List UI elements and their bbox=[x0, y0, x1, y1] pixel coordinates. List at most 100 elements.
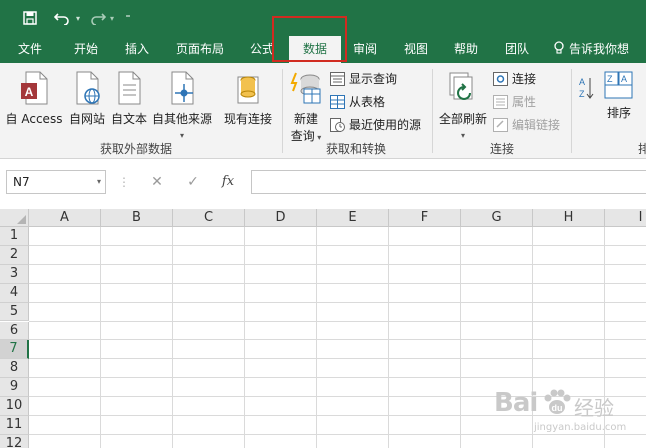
group-label-connections: 连接 bbox=[490, 142, 515, 156]
from-web-button[interactable]: 自网站 bbox=[66, 71, 108, 127]
cancel-icon[interactable]: ✕ bbox=[144, 170, 170, 194]
properties-icon bbox=[493, 95, 508, 109]
row-gridline bbox=[29, 263, 646, 265]
from-table-button[interactable]: 从表格 bbox=[330, 92, 385, 112]
group-label-sort: 排 bbox=[638, 142, 646, 156]
column-header-d[interactable]: D bbox=[245, 209, 317, 227]
column-header-f[interactable]: F bbox=[389, 209, 461, 227]
undo-dropdown-icon[interactable]: ▾ bbox=[74, 8, 82, 28]
column-header-e[interactable]: E bbox=[317, 209, 389, 227]
svg-text:Z: Z bbox=[579, 89, 585, 99]
existing-connections-icon bbox=[220, 71, 276, 108]
tab-review[interactable]: 审阅 bbox=[344, 36, 386, 63]
chevron-down-icon: ▾ bbox=[460, 131, 465, 140]
tell-me-label: 告诉我你想 bbox=[569, 42, 630, 56]
tab-insert[interactable]: 插入 bbox=[113, 36, 161, 63]
edit-links-button[interactable]: 编辑链接 bbox=[493, 115, 560, 135]
recent-sources-icon bbox=[330, 118, 345, 132]
new-query-button[interactable]: 新建 查询 ▾ bbox=[286, 71, 326, 144]
row-header-9[interactable]: 9 bbox=[0, 378, 29, 398]
column-header-g[interactable]: G bbox=[461, 209, 533, 227]
group-label-get-transform: 获取和转换 bbox=[326, 142, 387, 156]
column-header-i[interactable]: I bbox=[605, 209, 646, 227]
row-gridline bbox=[29, 244, 646, 246]
formula-input[interactable] bbox=[251, 170, 646, 194]
refresh-all-icon bbox=[436, 71, 490, 108]
svg-text:A: A bbox=[579, 77, 585, 87]
row-header-4[interactable]: 4 bbox=[0, 283, 29, 303]
chevron-down-icon[interactable]: ▾ bbox=[97, 171, 101, 193]
other-sources-icon bbox=[150, 71, 214, 108]
undo-icon[interactable] bbox=[50, 8, 74, 28]
sort-icon: ZA bbox=[602, 71, 636, 102]
properties-label: 属性 bbox=[512, 95, 537, 109]
chevron-down-icon: ▾ bbox=[314, 133, 322, 142]
name-box[interactable]: N7 ▾ bbox=[6, 170, 106, 194]
column-header-c[interactable]: C bbox=[173, 209, 245, 227]
column-header-h[interactable]: H bbox=[533, 209, 605, 227]
sort-az-icon: AZ bbox=[577, 75, 595, 104]
tab-team[interactable]: 团队 bbox=[496, 36, 538, 63]
from-table-label: 从表格 bbox=[349, 95, 386, 109]
connections-label: 连接 bbox=[512, 72, 537, 86]
sort-ascending-button[interactable]: AZ bbox=[577, 75, 595, 106]
tab-help[interactable]: 帮助 bbox=[445, 36, 487, 63]
formula-bar-grip-icon[interactable]: ⋮ bbox=[118, 170, 130, 194]
refresh-all-label: 全部刷新 bbox=[438, 112, 487, 126]
tab-file[interactable]: 文件 bbox=[6, 36, 54, 63]
from-text-button[interactable]: 自文本 bbox=[108, 71, 150, 127]
connections-button[interactable]: 连接 bbox=[493, 69, 536, 89]
row-header-11[interactable]: 11 bbox=[0, 416, 29, 435]
row-header-12[interactable]: 12 bbox=[0, 434, 29, 448]
properties-button[interactable]: 属性 bbox=[493, 92, 536, 112]
from-access-label: 自 Access bbox=[5, 112, 63, 126]
row-gridline bbox=[29, 320, 646, 322]
row-gridline bbox=[29, 282, 646, 284]
customize-icon[interactable]: ⁼ bbox=[120, 8, 136, 28]
from-web-label: 自网站 bbox=[68, 112, 105, 126]
watermark: Bai du 经验 jingyan.baidu.com bbox=[476, 382, 646, 448]
row-header-1[interactable]: 1 bbox=[0, 227, 29, 246]
tab-page-layout[interactable]: 页面布局 bbox=[168, 36, 232, 63]
from-access-button[interactable]: A 自 Access bbox=[4, 71, 64, 127]
row-header-6[interactable]: 6 bbox=[0, 321, 29, 341]
group-divider bbox=[282, 69, 283, 153]
connections-icon bbox=[493, 72, 508, 86]
refresh-all-button[interactable]: 全部刷新 ▾ bbox=[436, 71, 490, 141]
svg-text:Z: Z bbox=[607, 74, 613, 84]
sort-button[interactable]: ZA 排序 bbox=[602, 71, 636, 121]
row-header-5[interactable]: 5 bbox=[0, 302, 29, 322]
tab-home[interactable]: 开始 bbox=[62, 36, 110, 63]
row-gridline bbox=[29, 339, 646, 341]
enter-icon[interactable]: ✓ bbox=[180, 170, 206, 194]
from-other-sources-label: 自其他来源 bbox=[151, 112, 212, 126]
from-other-sources-button[interactable]: 自其他来源 ▾ bbox=[150, 71, 214, 141]
column-header-b[interactable]: B bbox=[101, 209, 173, 227]
svg-text:du: du bbox=[552, 403, 563, 413]
new-query-icon bbox=[286, 71, 326, 108]
select-all-button[interactable] bbox=[0, 209, 29, 227]
existing-connections-button[interactable]: 现有连接 bbox=[220, 71, 276, 127]
tab-view[interactable]: 视图 bbox=[395, 36, 437, 63]
row-header-7[interactable]: 7 bbox=[0, 340, 29, 360]
row-header-3[interactable]: 3 bbox=[0, 264, 29, 284]
row-header-8[interactable]: 8 bbox=[0, 359, 29, 379]
select-all-triangle-icon bbox=[17, 215, 26, 224]
row-header-2[interactable]: 2 bbox=[0, 245, 29, 265]
recent-sources-button[interactable]: 最近使用的源 bbox=[330, 115, 421, 135]
save-icon[interactable] bbox=[20, 8, 40, 28]
lightbulb-icon bbox=[553, 36, 569, 62]
redo-icon[interactable] bbox=[86, 8, 110, 28]
row-header-10[interactable]: 10 bbox=[0, 397, 29, 416]
insert-function-icon[interactable]: fx bbox=[214, 170, 242, 194]
recent-sources-label: 最近使用的源 bbox=[349, 118, 422, 132]
show-queries-button[interactable]: 显示查询 bbox=[330, 69, 397, 89]
redo-dropdown-icon[interactable]: ▾ bbox=[108, 8, 116, 28]
ribbon-data: A 自 Access 自网站 自文本 自其他来源 ▾ 现有连接 获取外部数据 新… bbox=[0, 63, 646, 159]
from-text-label: 自文本 bbox=[110, 112, 147, 126]
column-header-a[interactable]: A bbox=[29, 209, 101, 227]
web-file-icon bbox=[66, 71, 108, 108]
new-query-label-1: 新建 bbox=[293, 112, 318, 126]
tell-me-search[interactable]: 告诉我你想 bbox=[553, 36, 646, 63]
edit-links-label: 编辑链接 bbox=[512, 118, 561, 132]
